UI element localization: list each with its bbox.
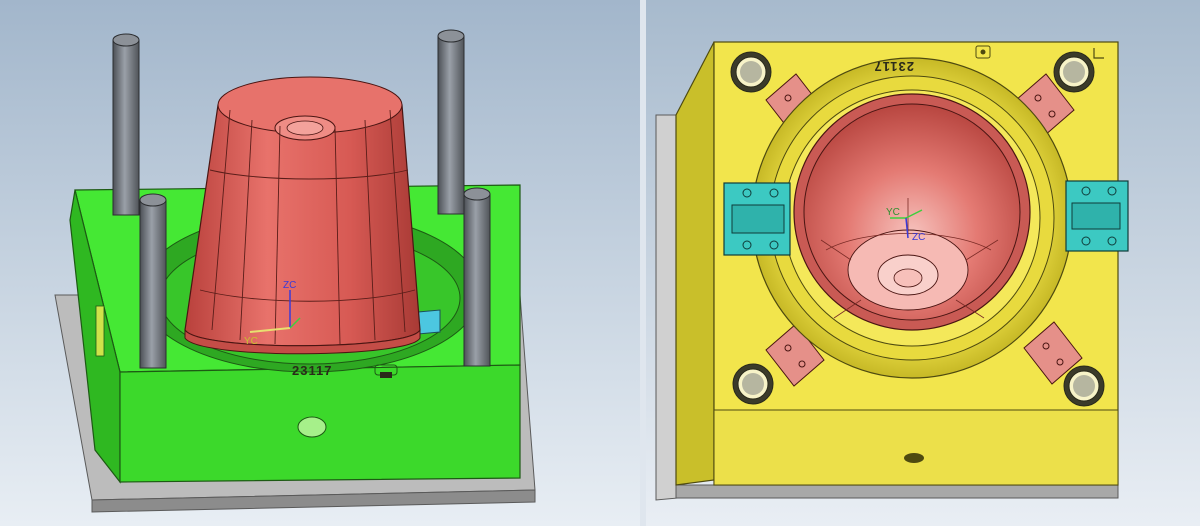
- slider-left: [723, 182, 791, 256]
- axis-label-zc: ZC: [912, 232, 925, 243]
- part-number-stamp: 23117: [292, 363, 332, 378]
- guide-pin-back-right: [437, 29, 465, 215]
- guide-bushing-top-right: [1053, 51, 1095, 93]
- cavity-half-view: YC ZC 23117: [646, 0, 1200, 526]
- cavity-plate-side: [675, 41, 715, 486]
- guide-pin-back-left: [112, 33, 140, 216]
- slider-block: [417, 309, 441, 335]
- guide-bushing-bottom-left: [732, 363, 774, 405]
- guide-pin-front-right: [463, 187, 491, 367]
- axis-label-yc: YC: [886, 207, 900, 218]
- core-half-render: ZC YC 23117: [0, 0, 640, 526]
- guide-pin-front-left: [139, 193, 167, 369]
- axis-label-yc: YC: [244, 336, 258, 347]
- guide-bushing-top-left: [730, 51, 772, 93]
- part-number-stamp: 23117: [874, 59, 914, 74]
- part-cavity: [793, 93, 1031, 331]
- axis-label-zc: ZC: [283, 280, 296, 291]
- molded-part: [184, 76, 421, 355]
- core-half-view: ZC YC 23117: [0, 0, 640, 526]
- guide-bushing-bottom-right: [1063, 365, 1105, 407]
- slider-right: [1065, 180, 1129, 252]
- cavity-half-render: YC ZC 23117: [646, 0, 1200, 526]
